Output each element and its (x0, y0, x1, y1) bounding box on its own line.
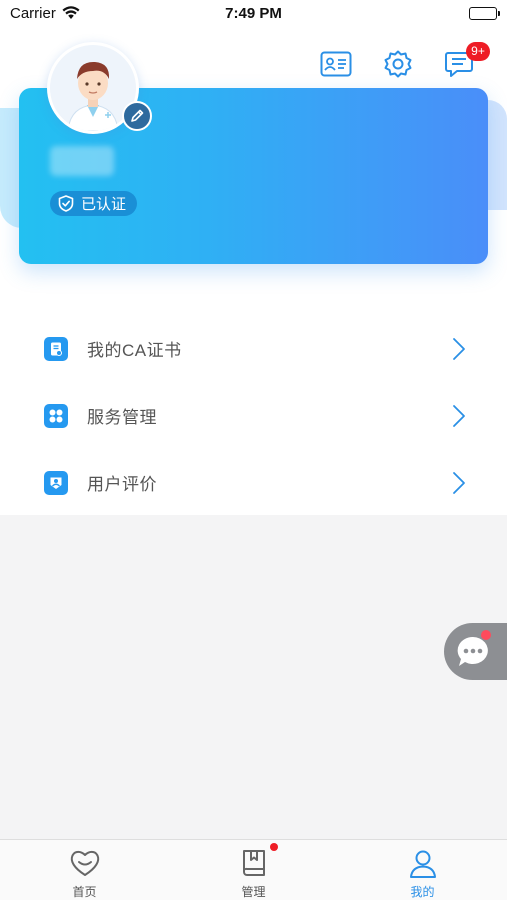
menu-item-label: 我的CA证书 (87, 341, 182, 360)
tab-label: 管理 (241, 885, 266, 899)
person-icon (409, 850, 436, 878)
tab-bar: 首页 管理 我的 (0, 839, 507, 900)
status-time: 7:49 PM (225, 5, 282, 22)
verified-badge: 已认证 (50, 191, 138, 216)
service-grid-icon (44, 403, 68, 428)
menu-list: 我的CA证书 服务管理 用户评价 (0, 315, 507, 516)
menu-item-label: 用户评价 (87, 475, 157, 494)
settings-gear-icon (384, 50, 412, 78)
chevron-right-icon (453, 338, 465, 360)
edit-profile-button[interactable] (122, 101, 152, 131)
user-name (50, 146, 114, 176)
user-review-icon (44, 470, 68, 495)
certificate-icon (44, 336, 68, 361)
tab-label: 我的 (410, 885, 435, 899)
tab-notification-dot (270, 843, 278, 851)
menu-item-service-management[interactable]: 服务管理 (0, 382, 507, 449)
notification-dot (481, 630, 491, 640)
chevron-right-icon (453, 472, 465, 494)
pencil-icon (131, 109, 144, 122)
tab-home[interactable]: 首页 (0, 840, 169, 900)
floating-chat-button[interactable] (444, 623, 507, 680)
id-card-button[interactable] (318, 46, 354, 82)
menu-item-label: 服务管理 (87, 408, 157, 427)
id-card-icon (320, 51, 352, 77)
settings-button[interactable] (380, 46, 416, 82)
message-badge: 9+ (466, 42, 490, 61)
book-icon (242, 850, 265, 876)
verified-label: 已认证 (81, 196, 127, 213)
tab-management[interactable]: 管理 (169, 840, 338, 900)
chevron-right-icon (453, 405, 465, 427)
menu-item-ca-certificate[interactable]: 我的CA证书 (0, 315, 507, 382)
tab-label: 首页 (72, 885, 97, 899)
card-decoration-right (488, 100, 507, 210)
shield-check-icon (58, 195, 74, 212)
tab-mine[interactable]: 我的 (338, 840, 507, 900)
status-bar: Carrier 7:49 PM (0, 0, 507, 28)
menu-item-user-review[interactable]: 用户评价 (0, 449, 507, 516)
battery-icon (469, 7, 500, 20)
home-smile-icon (70, 850, 99, 876)
